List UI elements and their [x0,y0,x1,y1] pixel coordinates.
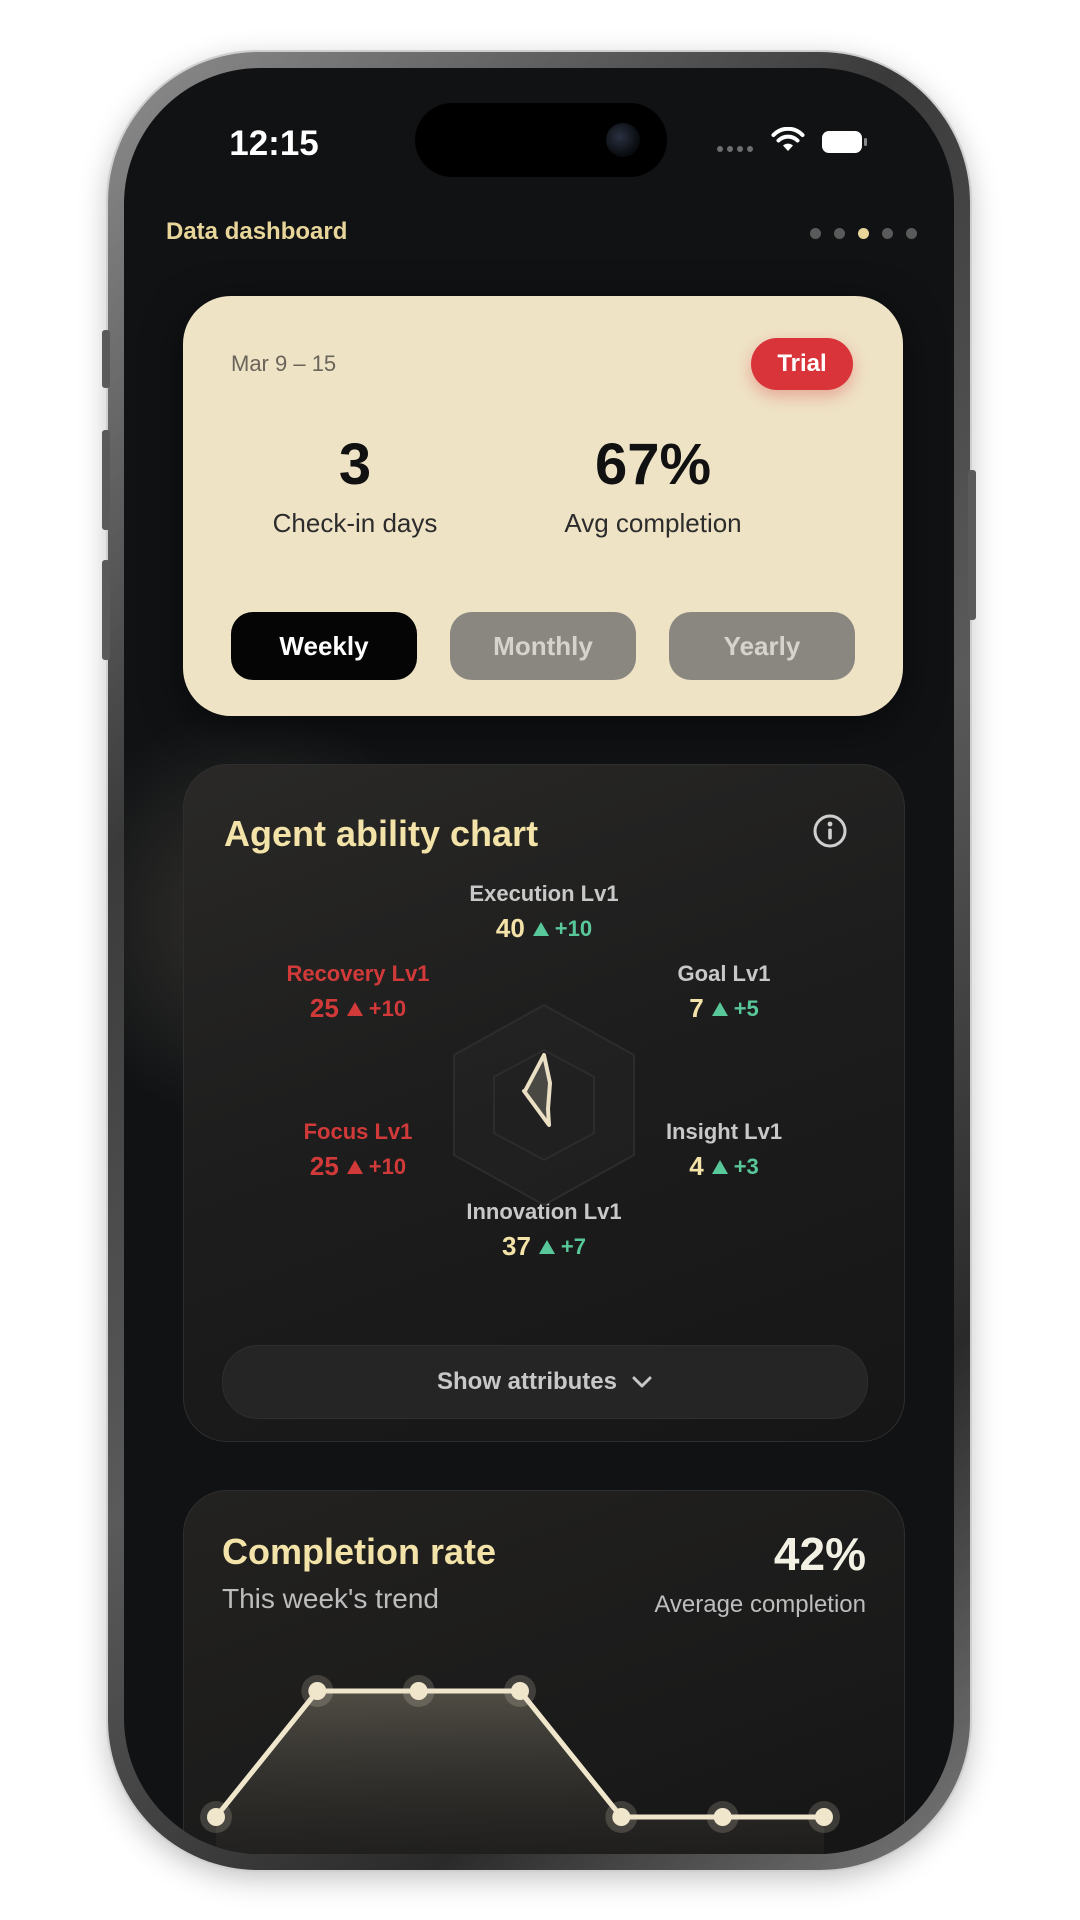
status-time: 12:15 [229,124,319,163]
power-button [968,470,976,620]
action-button [102,330,110,388]
stat-value: 3 [338,432,372,497]
trend-up-icon [711,1001,728,1016]
ability-chart-card: Agent ability chart Execution Lv1 40 +10… [183,764,905,1442]
attribute-name: Goal Lv1 [677,961,771,986]
attribute-delta: +5 [733,995,759,1021]
trend-point [612,1808,631,1826]
completion-trend-chart [200,1675,840,1854]
attribute-value: 37 [501,1231,531,1261]
attribute-execution: Execution Lv1 40 +10 [434,881,654,944]
attribute-value: 25 [309,1151,339,1181]
attribute-value: 40 [495,913,525,943]
stat-value: 67% [594,432,712,497]
trend-up-icon [532,921,549,936]
cellular-signal-icon [717,146,753,152]
trend-point [511,1682,529,1700]
attribute-name: Recovery Lv1 [286,961,430,986]
attribute-delta: +10 [368,1153,407,1179]
monthly-button[interactable]: Monthly [450,612,636,680]
trend-up-icon [711,1159,728,1174]
page-dot[interactable] [906,228,917,239]
attribute-name: Focus Lv1 [303,1119,413,1144]
phone-screen: 12:15 Data dashboard Mar 9 – 15 Trial 3 … [124,68,954,1854]
completion-card-title: Completion rate [222,1531,497,1572]
ability-card-title: Agent ability chart [224,813,539,854]
attribute-delta: +10 [368,995,407,1021]
show-attributes-label: Show attributes [436,1368,617,1395]
attribute-focus: Focus Lv1 25 +10 [248,1119,468,1182]
trend-up-icon [346,1001,363,1016]
trend-point [409,1682,428,1700]
average-completion-label: Average completion [654,1591,866,1618]
summary-card: Mar 9 – 15 Trial 3 Check-in days 67% Avg… [183,296,903,716]
front-camera-icon [606,123,640,157]
average-completion-value: 42% [773,1528,866,1580]
trend-point [713,1808,732,1826]
info-icon[interactable] [812,813,848,849]
weekly-button[interactable]: Weekly [231,612,417,680]
attribute-delta: +7 [560,1233,586,1259]
avg-completion-stat: 67% Avg completion [523,431,783,539]
chevron-down-icon [632,1376,652,1388]
attribute-value: 7 [689,993,704,1023]
page-dot[interactable] [882,228,893,239]
trend-point [308,1682,327,1700]
completion-rate-card: Completion rate This week's trend 42% Av… [183,1490,905,1854]
trend-point [207,1808,225,1826]
page-indicator[interactable] [810,228,917,239]
attribute-delta: +3 [733,1153,759,1179]
page-dot[interactable] [810,228,821,239]
dynamic-island [415,103,667,177]
volume-up-button [102,430,110,530]
check-in-days-stat: 3 Check-in days [225,431,485,539]
attribute-insight: Insight Lv1 4 +3 [614,1119,834,1182]
attribute-delta: +10 [554,915,593,941]
yearly-button[interactable]: Yearly [669,612,855,680]
stat-label: Avg completion [564,508,742,538]
radar-chart [453,1003,635,1207]
trial-badge[interactable]: Trial [751,338,853,390]
stat-label: Check-in days [272,508,438,538]
attribute-goal: Goal Lv1 7 +5 [614,961,834,1024]
attribute-name: Insight Lv1 [665,1119,783,1144]
attribute-value: 4 [689,1151,704,1181]
trend-point [815,1808,833,1826]
page-dot[interactable] [834,228,845,239]
trend-up-icon [346,1159,363,1174]
attribute-recovery: Recovery Lv1 25 +10 [248,961,468,1024]
attribute-name: Execution Lv1 [469,881,619,906]
battery-icon [822,131,867,153]
wifi-icon [771,127,805,151]
page-dot-active[interactable] [858,228,869,239]
page-title: Data dashboard [166,218,348,245]
date-range: Mar 9 – 15 [231,351,337,376]
show-attributes-button[interactable]: Show attributes [222,1345,868,1419]
trend-area [216,1691,824,1854]
volume-down-button [102,560,110,660]
attribute-value: 25 [309,993,339,1023]
completion-subtitle: This week's trend [222,1583,439,1614]
trend-up-icon [538,1239,555,1254]
